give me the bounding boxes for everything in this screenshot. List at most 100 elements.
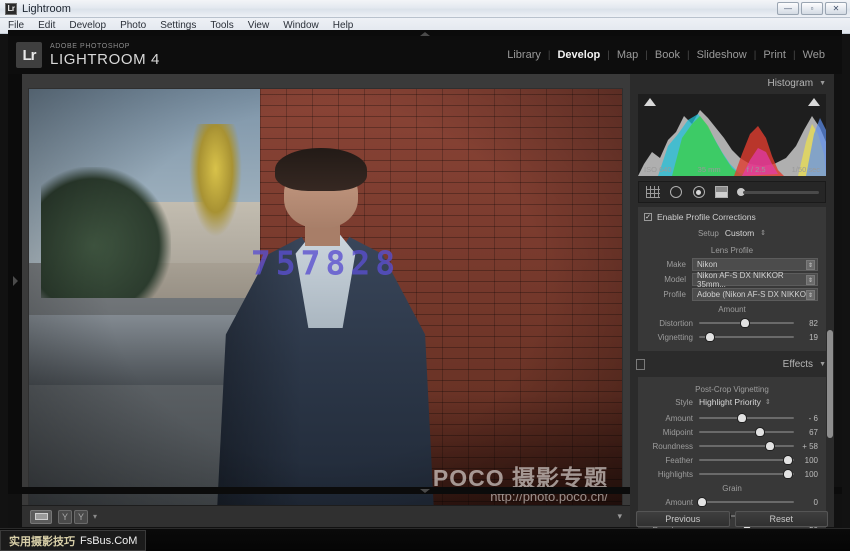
red-eye-icon[interactable] (691, 185, 706, 199)
grain-amount-row[interactable]: Amount 0 (638, 495, 826, 509)
vignette-roundness-slider[interactable] (699, 441, 794, 451)
vignette-amount-value: - 6 (808, 413, 818, 423)
vignette-feather-row[interactable]: Feather 100 (638, 453, 826, 467)
histogram-metadata: ISO 640 35 mm f / 2.5 1/50 sec (638, 165, 826, 174)
histogram-svg (638, 110, 826, 176)
style-value[interactable]: Highlight Priority (699, 397, 761, 407)
checkbox-checked-icon[interactable]: ✓ (644, 213, 652, 221)
vignette-highlights-value: 100 (804, 469, 818, 479)
taskbar-item-label-cn: 实用摄影技巧 (9, 535, 75, 548)
lens-corrections-panel: ✓ Enable Profile Corrections Setup Custo… (630, 207, 834, 351)
lens-profile-value: Adobe (Nikon AF-S DX NIKKO... (697, 290, 813, 299)
lens-model-value: Nikon AF-S DX NIKKOR 35mm... (697, 270, 784, 289)
vignetting-value: 19 (809, 332, 818, 342)
vignette-highlights-row[interactable]: Highlights 100 (638, 467, 826, 481)
crop-overlay-icon[interactable] (645, 185, 660, 199)
shadow-clipping-indicator[interactable] (644, 98, 656, 106)
setup-value[interactable]: Custom (725, 228, 754, 238)
vignette-feather-value: 100 (804, 455, 818, 465)
histogram-graph[interactable]: ISO 640 35 mm f / 2.5 1/50 sec (638, 94, 826, 176)
chevron-down-icon[interactable]: ⇕ (806, 290, 815, 300)
metadata-shutter: 1/50 sec (791, 165, 820, 174)
vignetting-slider[interactable] (699, 332, 794, 342)
effects-header[interactable]: Effects ▼ (630, 355, 834, 373)
vignetting-slider-row[interactable]: Vignetting 19 (638, 330, 826, 344)
reset-button[interactable]: Reset (734, 510, 828, 527)
right-panel: Histogram ▼ ISO 640 35 mm f / 2.5 1/50 s… (630, 74, 834, 544)
panel-switch-icon[interactable] (636, 358, 645, 370)
develop-tool-strip (638, 181, 826, 203)
lens-model-label: Model (664, 275, 686, 284)
chevron-down-icon[interactable]: ▼ (819, 80, 826, 87)
lens-make-dropdown[interactable]: Nikon ⇕ (692, 258, 818, 271)
before-after-icon-2[interactable]: Y (74, 509, 88, 524)
chevron-down-icon (420, 488, 430, 493)
toolbar-collapse-icon[interactable]: ▾ (617, 511, 622, 522)
tool-size-slider[interactable] (737, 187, 819, 197)
minimize-button[interactable]: — (777, 2, 799, 15)
maximize-button[interactable]: ▫ (801, 2, 823, 15)
distortion-slider[interactable] (699, 318, 794, 328)
left-panel-expand-toggle[interactable] (8, 74, 22, 487)
midpoint-label: Midpoint (662, 427, 693, 437)
chevron-down-icon[interactable]: ▼ (819, 361, 826, 368)
taskbar-item[interactable]: 实用摄影技巧 FsBus.CoM (0, 530, 147, 551)
graduated-filter-icon[interactable] (714, 185, 729, 199)
grain-amount-slider[interactable] (697, 497, 794, 507)
previous-button[interactable]: Previous (636, 510, 730, 527)
vignette-style-row[interactable]: Style Highlight Priority ⇕ (638, 396, 826, 411)
before-after-view-icons[interactable]: Y Y (58, 509, 88, 524)
vignette-midpoint-slider[interactable] (699, 427, 794, 437)
distortion-slider-row[interactable]: Distortion 82 (638, 316, 826, 330)
module-print[interactable]: Print (756, 49, 793, 61)
grain-label: Grain (722, 484, 742, 493)
vignette-feather-slider[interactable] (699, 455, 794, 465)
enable-profile-corrections-label: Enable Profile Corrections (657, 212, 756, 222)
lens-model-dropdown[interactable]: Nikon AF-S DX NIKKOR 35mm... ⇕ (692, 270, 818, 289)
module-library[interactable]: Library (500, 49, 548, 61)
updown-caret-icon[interactable]: ⇕ (760, 229, 766, 237)
vignette-amount-row[interactable]: Amount - 6 (638, 411, 826, 425)
lens-profile-row[interactable]: Profile Adobe (Nikon AF-S DX NIKKO... ⇕ (638, 287, 826, 302)
chevron-down-icon[interactable]: ⇕ (806, 275, 815, 285)
module-slideshow[interactable]: Slideshow (690, 49, 754, 61)
application-window: Lr Lightroom — ▫ ✕ File Edit Develop Pho… (0, 0, 850, 551)
setup-label: Setup (697, 228, 719, 238)
module-develop[interactable]: Develop (550, 49, 607, 61)
loupe-view-icon[interactable] (30, 509, 52, 524)
right-panel-scrollbar[interactable] (827, 330, 833, 438)
chevron-down-icon[interactable]: ▾ (93, 512, 97, 521)
style-label: Style (675, 397, 693, 407)
lens-corrections-body: ✓ Enable Profile Corrections Setup Custo… (638, 207, 826, 351)
module-web[interactable]: Web (796, 49, 832, 61)
enable-profile-corrections-row[interactable]: ✓ Enable Profile Corrections (638, 212, 826, 226)
lens-profile-label: Lens Profile (710, 246, 754, 255)
highlight-clipping-indicator[interactable] (808, 98, 820, 106)
module-book[interactable]: Book (648, 49, 687, 61)
vignette-roundness-row[interactable]: Roundness + 58 (638, 439, 826, 453)
lens-model-row[interactable]: Model Nikon AF-S DX NIKKOR 35mm... ⇕ (638, 270, 826, 289)
vignette-midpoint-row[interactable]: Midpoint 67 (638, 425, 826, 439)
setup-row[interactable]: Setup Custom ⇕ (638, 226, 826, 243)
amount-label: Amount (718, 305, 746, 314)
chevron-down-icon[interactable]: ⇕ (806, 260, 815, 270)
vignetting-label: Vignetting (657, 332, 693, 342)
watermark-poco: POCO 摄影专题 http://photo.poco.cn/ (433, 466, 608, 504)
lightroom-window-icon: Lr (5, 2, 17, 15)
vignette-amount-slider[interactable] (699, 413, 794, 423)
lens-make-value: Nikon (697, 260, 718, 269)
lens-profile-dropdown[interactable]: Adobe (Nikon AF-S DX NIKKO... ⇕ (692, 288, 818, 301)
module-map[interactable]: Map (610, 49, 645, 61)
photo-image[interactable]: 757828 POCO 摄影专题 http://photo.poco.cn/ (29, 89, 622, 524)
histogram-header[interactable]: Histogram ▼ (630, 74, 834, 92)
roundness-label: Roundness (652, 441, 693, 451)
metadata-focal: 35 mm (697, 165, 721, 174)
identity-bar: Lr ADOBE PHOTOSHOP LIGHTROOM 4 Library |… (8, 36, 842, 74)
updown-caret-icon[interactable]: ⇕ (765, 398, 771, 406)
close-button[interactable]: ✕ (825, 2, 847, 15)
vignette-highlights-slider[interactable] (699, 469, 794, 479)
vignette-midpoint-value: 67 (809, 427, 818, 437)
spot-removal-icon[interactable] (668, 185, 683, 199)
lens-profile-field-label: Profile (663, 290, 686, 299)
before-after-icon-1[interactable]: Y (58, 509, 72, 524)
